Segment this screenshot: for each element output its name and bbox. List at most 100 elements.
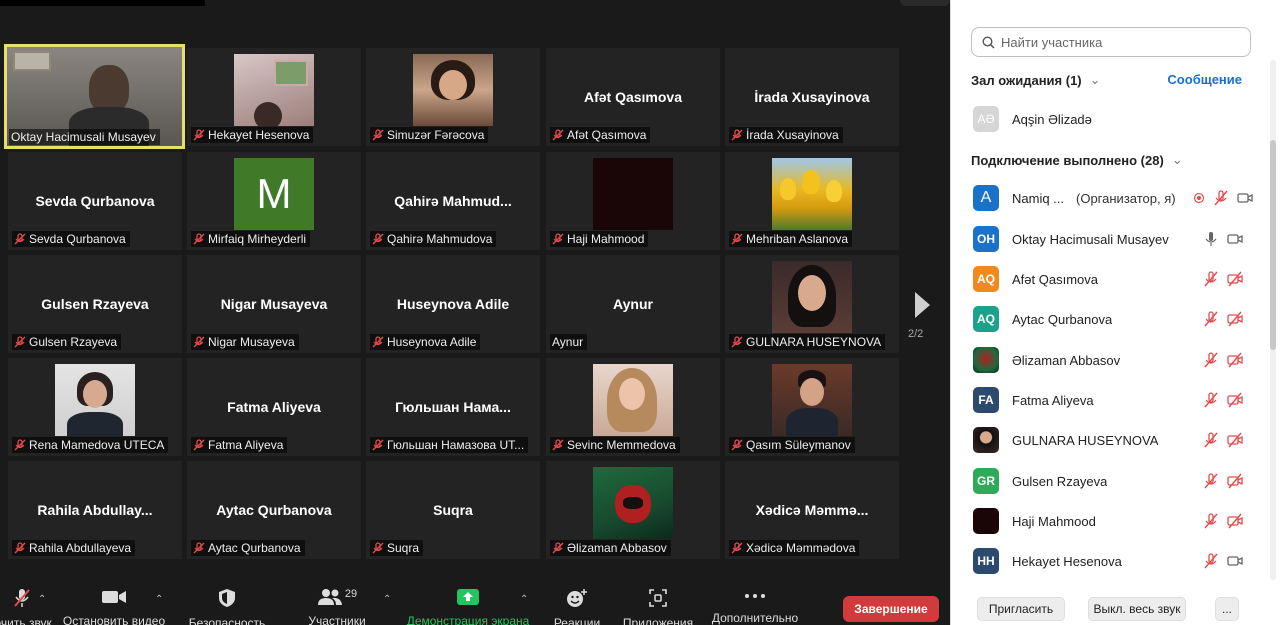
search-input[interactable]: [1001, 34, 1241, 50]
tile-display-name: Aytac Qurbanova: [216, 502, 332, 518]
participant-row[interactable]: AQ Afət Qasımova: [973, 265, 1253, 293]
tile-name-label: Haji Mahmood: [567, 232, 645, 246]
joined-header[interactable]: Подключение выполнено (28) ⌄: [971, 152, 1183, 168]
participants-label: Участники: [308, 614, 366, 625]
reactions-button[interactable]: Реакции: [549, 580, 605, 625]
panel-more-button[interactable]: ...: [1215, 597, 1239, 621]
view-controls-strip[interactable]: [900, 0, 950, 6]
mute-all-button[interactable]: Выкл. весь звук: [1088, 597, 1186, 621]
video-camera-icon[interactable]: [1227, 231, 1243, 247]
mic-muted-icon[interactable]: [1203, 392, 1219, 408]
mic-muted-icon[interactable]: [1203, 553, 1219, 569]
reactions-label: Реакции: [553, 616, 601, 625]
participant-row[interactable]: Haji Mahmood: [973, 507, 1253, 535]
stop-video-button[interactable]: Остановить видео: [62, 580, 166, 625]
video-tile[interactable]: Mehriban Aslanova: [725, 152, 899, 250]
share-screen-icon: [457, 589, 479, 605]
video-tile[interactable]: Aytac Qurbanova Aytac Qurbanova: [187, 461, 361, 559]
video-off-icon[interactable]: [1227, 432, 1243, 448]
mic-muted-icon[interactable]: [1203, 352, 1219, 368]
video-off-icon[interactable]: [1227, 352, 1243, 368]
video-tile[interactable]: Qasım Süleymanov: [725, 358, 899, 456]
more-dots-icon: [745, 593, 765, 598]
more-button[interactable]: Дополнительно: [708, 580, 802, 625]
mic-muted-icon: [193, 542, 205, 554]
video-off-icon[interactable]: [1227, 473, 1243, 489]
tile-nameplate: İrada Xusayinova: [729, 127, 843, 143]
search-box[interactable]: [971, 27, 1251, 57]
video-off-icon[interactable]: [1227, 513, 1243, 529]
video-tile[interactable]: Gulsen Rzayeva Gulsen Rzayeva: [8, 255, 182, 353]
video-tile[interactable]: Haji Mahmood: [546, 152, 720, 250]
waiting-room-header[interactable]: Зал ожидания (1) ⌄: [971, 72, 1101, 88]
participant-row[interactable]: Əlizaman Abbasov: [973, 346, 1253, 374]
invite-button[interactable]: Пригласить: [977, 597, 1065, 621]
share-options-chevron-icon[interactable]: ⌃: [520, 594, 528, 605]
video-tile[interactable]: Hekayet Hesenova: [187, 48, 361, 146]
video-tile[interactable]: Suqra Suqra: [366, 461, 540, 559]
video-tile[interactable]: Rahila Abdullay... Rahila Abdullayeva: [8, 461, 182, 559]
video-tile[interactable]: Nigar Musayeva Nigar Musayeva: [187, 255, 361, 353]
end-meeting-button[interactable]: Завершение: [843, 596, 939, 622]
mic-muted-icon[interactable]: [1203, 473, 1219, 489]
video-tile[interactable]: Гюльшан Нама... Гюльшан Намазова UT...: [366, 358, 540, 456]
mic-muted-icon[interactable]: [1203, 513, 1219, 529]
participant-row[interactable]: A Namiq ... (Организатор, я): [973, 184, 1253, 212]
video-tile[interactable]: GULNARA HUSEYNOVA: [725, 255, 899, 353]
video-tile[interactable]: Sevda Qurbanova Sevda Qurbanova: [8, 152, 182, 250]
audio-options-chevron-icon[interactable]: ⌃: [38, 594, 46, 605]
video-tile[interactable]: Qahirə Mahmud... Qahirə Mahmudova: [366, 152, 540, 250]
panel-scrollbar[interactable]: [1270, 60, 1276, 580]
tile-nameplate: Sevda Qurbanova: [12, 231, 130, 247]
avatar: GR: [973, 468, 999, 494]
mic-muted-icon[interactable]: [1213, 190, 1229, 206]
participant-row[interactable]: FA Fatma Aliyeva: [973, 386, 1253, 414]
participant-row[interactable]: HH Hekayet Hesenova: [973, 547, 1253, 575]
video-camera-icon[interactable]: [1227, 553, 1243, 569]
apps-button[interactable]: Приложения: [620, 580, 696, 625]
participant-row[interactable]: AQ Aytac Qurbanova: [973, 305, 1253, 333]
participant-row[interactable]: GR Gulsen Rzayeva: [973, 467, 1253, 495]
avatar: [973, 427, 999, 453]
mic-off-icon: [14, 589, 30, 607]
participant-row[interactable]: OH Oktay Hacimusali Musayev: [973, 225, 1253, 253]
participants-button[interactable]: 29 Участники: [303, 580, 371, 625]
chevron-down-icon: ⌄: [1171, 152, 1183, 167]
video-options-chevron-icon[interactable]: ⌃: [155, 594, 163, 605]
avatar-initials: HH: [977, 554, 995, 568]
mic-muted-icon[interactable]: [1203, 432, 1219, 448]
video-tile[interactable]: Sevinc Memmedova: [546, 358, 720, 456]
tile-display-name: Rahila Abdullay...: [37, 502, 153, 518]
mic-muted-icon[interactable]: [1203, 311, 1219, 327]
participants-options-chevron-icon[interactable]: ⌃: [383, 594, 391, 605]
security-button[interactable]: Безопасность: [186, 580, 268, 625]
video-tile[interactable]: Əlizaman Abbasov: [546, 461, 720, 559]
video-tile[interactable]: İrada Xusayinova İrada Xusayinova: [725, 48, 899, 146]
avatar-initials: AQ: [977, 272, 995, 286]
video-tile[interactable]: Xədicə Məmmə... Xədicə Məmmədova: [725, 461, 899, 559]
video-tile[interactable]: Fatma Aliyeva Fatma Aliyeva: [187, 358, 361, 456]
video-tile[interactable]: Simuzər Fərəcova: [366, 48, 540, 146]
tile-name-label: Aytac Qurbanova: [208, 541, 301, 555]
participant-row[interactable]: GULNARA HUSEYNOVA: [973, 426, 1253, 454]
video-tile[interactable]: Huseynova Adile Huseynova Adile: [366, 255, 540, 353]
video-tile[interactable]: Rena Mamedova UTECA: [8, 358, 182, 456]
video-camera-icon[interactable]: [1237, 190, 1253, 206]
message-link[interactable]: Сообщение: [1167, 72, 1242, 87]
apps-label: Приложения: [622, 616, 694, 625]
video-tile[interactable]: M Mirfaiq Mirheyderli: [187, 152, 361, 250]
share-screen-button[interactable]: Демонстрация экрана: [404, 580, 532, 625]
joined-title: Подключение выполнено (28): [971, 152, 1164, 168]
microphone-icon[interactable]: [1203, 231, 1219, 247]
video-tile-active-speaker[interactable]: Oktay Hacimusali Musayev: [4, 44, 185, 149]
mic-muted-icon: [193, 129, 205, 141]
scrollbar-thumb[interactable]: [1270, 140, 1276, 350]
mic-muted-icon[interactable]: [1203, 271, 1219, 287]
video-off-icon[interactable]: [1227, 392, 1243, 408]
waiting-participant-row[interactable]: AƏ Aqşin Əlizadə: [973, 105, 1253, 133]
video-tile[interactable]: Afət Qasımova Afət Qasımova: [546, 48, 720, 146]
next-page-arrow-icon[interactable]: [910, 290, 934, 320]
video-off-icon[interactable]: [1227, 311, 1243, 327]
video-tile[interactable]: Aynur Aynur: [546, 255, 720, 353]
video-off-icon[interactable]: [1227, 271, 1243, 287]
